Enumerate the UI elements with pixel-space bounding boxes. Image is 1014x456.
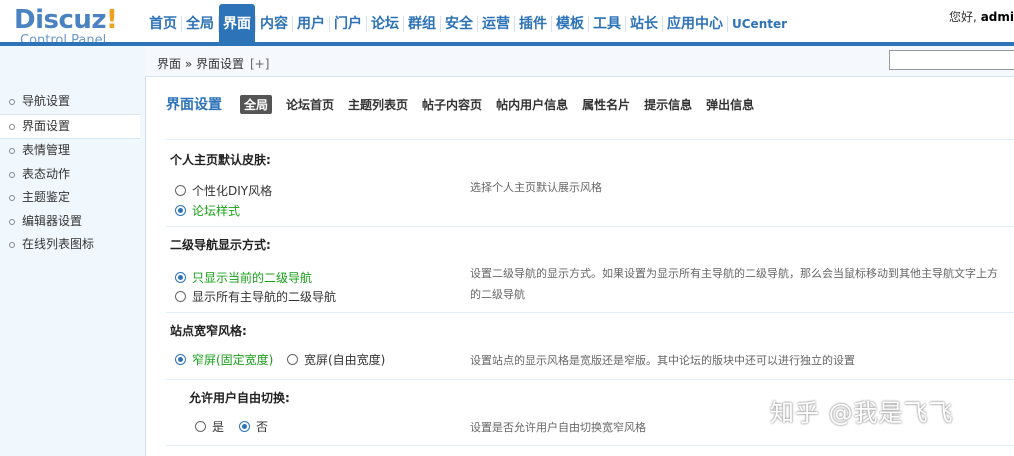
divider [166,226,1014,227]
subnav-description-line1: 设置二级导航的显示方式。如果设置为显示所有主导航的二级导航，那么会当鼠标移动到其… [470,267,998,280]
nav-home[interactable]: 首页 [145,4,181,44]
tab-forum-home[interactable]: 论坛首页 [286,96,334,113]
breadcrumb: 界面 » 界面设置 [+] [157,55,269,72]
sidebar: 导航设置 界面设置 表情管理 表态动作 主题鉴定 编辑器设置 在线列表图标 [0,46,146,456]
nav-global[interactable]: 全局 [182,4,218,44]
sidebar-item-nav-settings[interactable]: 导航设置 [0,90,140,114]
radio-button[interactable] [175,185,186,196]
radio-button[interactable] [175,291,186,302]
divider [166,312,1014,313]
nav-group[interactable]: 群组 [404,4,440,44]
subnav-description-line2: 的二级导航 [470,288,525,301]
tab-thread-list[interactable]: 主题列表页 [348,96,408,113]
sidebar-item-editor-settings[interactable]: 编辑器设置 [0,210,140,234]
divider [166,379,1014,380]
switch-description: 设置是否允许用户自由切换宽窄风格 [470,421,646,434]
switch-option-yes[interactable]: 是 [195,418,224,435]
user-greeting: 您好, admi [949,10,1014,24]
sidebar-item-thread-stamps[interactable]: 主题鉴定 [0,186,140,210]
top-nav: 首页 全局 界面 内容 用户 门户 论坛 群组 安全 运营 插件 模板 工具 站… [145,4,791,44]
radio-button-selected[interactable] [175,205,186,216]
width-option-narrow[interactable]: 窄屏(固定宽度) [175,351,273,368]
nav-webmaster[interactable]: 站长 [626,4,662,44]
skin-description: 选择个人主页默认展示风格 [470,181,602,194]
sidebar-item-online-icons[interactable]: 在线列表图标 [0,233,140,257]
skin-option-diy[interactable]: 个性化DIY风格 [175,182,272,199]
watermark: 知乎 @我是飞飞 [770,399,954,427]
nav-content[interactable]: 内容 [256,4,292,44]
nav-ucenter[interactable]: UCenter [728,4,791,44]
width-section-title: 站点宽窄风格: [170,324,247,338]
nav-user[interactable]: 用户 [293,4,329,44]
tab-popups[interactable]: 弹出信息 [706,96,754,113]
radio-button-selected[interactable] [175,272,186,283]
radio-button[interactable] [287,354,298,365]
breadcrumb-text: 界面 » 界面设置 [157,57,244,71]
sidebar-menu: 导航设置 界面设置 表情管理 表态动作 主题鉴定 编辑器设置 在线列表图标 [0,90,140,257]
header: Discuz! Control Panel 首页 全局 界面 内容 用户 门户 … [0,0,1014,48]
tab-post-content[interactable]: 帖子内容页 [422,96,482,113]
radio-button-selected[interactable] [175,354,186,365]
nav-tools[interactable]: 工具 [589,4,625,44]
nav-security[interactable]: 安全 [441,4,477,44]
sidebar-item-interface-settings[interactable]: 界面设置 [0,113,140,139]
sidebar-item-smilies[interactable]: 表情管理 [0,139,140,163]
subnav-option-current[interactable]: 只显示当前的二级导航 [175,269,312,286]
skin-option-forum[interactable]: 论坛样式 [175,202,240,219]
nav-interface[interactable]: 界面 [219,4,255,44]
skin-section-title: 个人主页默认皮肤: [170,153,271,167]
add-shortcut-button[interactable]: [+] [250,57,269,71]
nav-portal[interactable]: 门户 [330,4,366,44]
search-input[interactable] [889,50,1014,70]
subnav-section-title: 二级导航显示方式: [170,238,271,252]
radio-button[interactable] [195,421,206,432]
tab-messages[interactable]: 提示信息 [644,96,692,113]
subnav-option-all[interactable]: 显示所有主导航的二级导航 [175,288,336,305]
nav-forum[interactable]: 论坛 [367,4,403,44]
breadcrumb-bar: 界面 » 界面设置 [+] [145,46,1014,77]
tab-profile-card[interactable]: 属性名片 [582,96,630,113]
settings-tabs: 全局 论坛首页 主题列表页 帖子内容页 帖内用户信息 属性名片 提示信息 弹出信… [240,94,768,114]
width-description: 设置站点的显示风格是宽版还是窄版。其中论坛的版块中还可以进行独立的设置 [470,354,855,367]
nav-app-center[interactable]: 应用中心 [663,4,727,44]
tab-global[interactable]: 全局 [240,94,273,114]
username-link[interactable]: admi [981,10,1014,24]
nav-plugin[interactable]: 插件 [515,4,551,44]
logo-text: Discuz! [14,5,118,35]
divider [166,139,1014,140]
switch-option-no[interactable]: 否 [239,418,268,435]
page-header: 界面设置 全局 论坛首页 主题列表页 帖子内容页 帖内用户信息 属性名片 提示信… [166,94,768,114]
nav-operation[interactable]: 运营 [478,4,514,44]
switch-section-title: 允许用户自由切换: [189,391,290,405]
sidebar-item-click-actions[interactable]: 表态动作 [0,163,140,187]
nav-template[interactable]: 模板 [552,4,588,44]
width-option-wide[interactable]: 宽屏(自由宽度) [287,351,385,368]
radio-button-selected[interactable] [239,421,250,432]
divider [166,445,1014,446]
page-title: 界面设置 [166,97,222,113]
tab-post-user-info[interactable]: 帖内用户信息 [496,96,568,113]
